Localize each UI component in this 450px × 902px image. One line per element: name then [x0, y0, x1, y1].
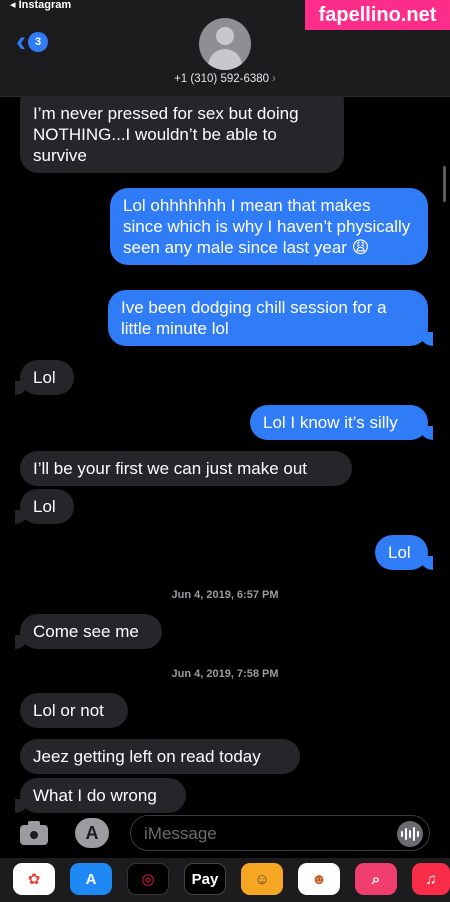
message-received[interactable]: Lol — [15, 489, 74, 524]
animoji-app-icon[interactable]: ☻ — [298, 863, 340, 895]
scroll-indicator — [443, 166, 446, 202]
message-received[interactable]: Lol — [15, 360, 74, 395]
contact-number: +1 (310) 592-6380 — [174, 73, 270, 85]
audio-message-icon[interactable] — [397, 821, 423, 847]
timestamp: Jun 4, 2019, 7:58 PM — [171, 668, 279, 680]
message-sent[interactable]: Lol ohhhhhhh I mean that makes since whi… — [110, 188, 428, 265]
search-images-app-icon[interactable]: ⌕ — [355, 863, 397, 895]
message-input[interactable] — [144, 823, 384, 845]
activity-app-icon[interactable]: ◎ — [127, 863, 169, 895]
back-to-app-link[interactable]: ◂ Instagram — [10, 0, 71, 11]
memoji-app-icon[interactable]: ☺ — [241, 863, 283, 895]
chevron-left-icon: ‹ — [16, 25, 26, 58]
camera-icon[interactable] — [18, 818, 50, 846]
message-received[interactable]: Lol or not — [20, 693, 128, 728]
chevron-right-icon: › — [272, 73, 276, 85]
watermark: fapellino.net — [305, 0, 450, 30]
contact-name-button[interactable]: +1 (310) 592-6380 › — [0, 73, 450, 85]
message-input-container — [130, 815, 430, 851]
person-head-shape — [216, 27, 234, 45]
app-store-icon[interactable]: A — [75, 818, 109, 848]
timestamp: Jun 4, 2019, 6:57 PM — [171, 589, 279, 601]
message-sent[interactable]: Ive been dodging chill session for a lit… — [108, 290, 433, 346]
person-body-shape — [208, 49, 242, 70]
message-received[interactable]: Jeez getting left on read today — [20, 739, 300, 774]
message-received[interactable]: I’ll be your first we can just make out — [20, 451, 352, 486]
back-button[interactable]: ‹ 3 — [16, 25, 48, 58]
app-drawer: ✿ A ◎ Pay ☺ ☻ ⌕ ♫ — [0, 858, 450, 902]
message-received[interactable]: Come see me — [15, 614, 162, 649]
photos-app-icon[interactable]: ✿ — [13, 863, 55, 895]
message-received[interactable]: I’m never pressed for sex but doing NOTH… — [20, 96, 344, 173]
message-sent[interactable]: Lol — [375, 535, 433, 570]
unread-count-badge: 3 — [28, 32, 48, 52]
apple-pay-app-icon[interactable]: Pay — [184, 863, 226, 895]
apple-pay-label: Pay — [191, 870, 219, 888]
music-app-icon[interactable]: ♫ — [412, 863, 450, 895]
message-sent[interactable]: Lol I know it’s silly — [250, 405, 433, 440]
message-received[interactable]: What I do wrong — [15, 778, 186, 813]
contact-avatar[interactable] — [199, 18, 251, 70]
app-store-app-icon[interactable]: A — [70, 863, 112, 895]
